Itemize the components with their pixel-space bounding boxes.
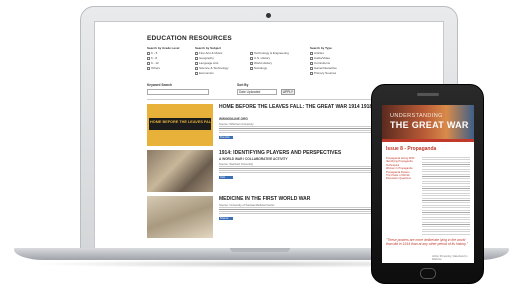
checkbox-icon[interactable]: [147, 66, 150, 70]
result-thumbnail[interactable]: [147, 196, 213, 238]
subject-option[interactable]: Sociology: [250, 66, 289, 71]
checkbox-icon[interactable]: [147, 51, 150, 55]
result-subtitle: WWIIIONLINE.ORG: [219, 117, 248, 121]
checkbox-icon[interactable]: [195, 66, 198, 70]
sort-select[interactable]: Date Uploaded: [237, 89, 277, 95]
type-option[interactable]: Primary Sources: [310, 71, 337, 76]
checkbox-icon[interactable]: [195, 61, 198, 65]
result-subtitle: A WORLD WAR I COLLABORATIVE ACTIVITY: [219, 157, 288, 161]
checkbox-icon[interactable]: [250, 56, 253, 60]
checkbox-icon[interactable]: [310, 66, 313, 70]
keyword-search-input[interactable]: [147, 89, 209, 95]
hero-line-2: THE GREAT WAR: [390, 120, 469, 130]
issue-title: Issue 8 - Propaganda: [386, 146, 437, 152]
subject-filter: Search by Subject Fine Arts & Music Geog…: [195, 46, 228, 76]
checkbox-icon[interactable]: [310, 61, 313, 65]
speaker-icon: [417, 93, 439, 96]
checkbox-icon[interactable]: [147, 56, 150, 60]
article-body: [422, 157, 470, 235]
result-item: MEDICINE IN THE FIRST WORLD WAR Source: …: [147, 196, 397, 242]
apply-button[interactable]: APPLY: [281, 89, 295, 95]
result-thumbnail[interactable]: HOME BEFORE THE LEAVES FALL: [147, 104, 213, 146]
hero-line-1: UNDERSTANDING: [390, 113, 443, 119]
quote-attribution: Arthur Ponsonby, Falsehood in Wartime: [432, 255, 468, 261]
device-mockup: EDUCATION RESOURCES Search by Grade Leve…: [0, 0, 513, 293]
checkbox-icon[interactable]: [250, 51, 253, 55]
checkbox-icon[interactable]: [250, 61, 253, 65]
result-description: [219, 207, 389, 216]
checkbox-icon[interactable]: [195, 56, 198, 60]
phone-screen: UNDERSTANDING THE GREAT WAR Issue 8 - Pr…: [382, 105, 474, 263]
checkbox-icon[interactable]: [310, 71, 313, 75]
subject-option[interactable]: Economics: [195, 71, 228, 76]
checkbox-icon[interactable]: [195, 71, 198, 75]
checkbox-icon[interactable]: [195, 51, 198, 55]
subject-filter-more: Technology & Engineering U.S. History Wo…: [250, 51, 289, 71]
accent-bar: [382, 139, 474, 142]
checkbox-icon[interactable]: [250, 66, 253, 70]
sort-label: Sort By: [237, 83, 249, 87]
type-filter: Search by Type Articles Audio/Video Curr…: [310, 46, 337, 76]
thumbnail-caption: HOME BEFORE THE LEAVES FALL: [150, 120, 214, 124]
divider: [147, 99, 397, 100]
result-item: HOME BEFORE THE LEAVES FALL HOME BEFORE …: [147, 104, 397, 150]
keyword-label: Keyword Search: [147, 83, 172, 87]
result-tag[interactable]: Civic Education: [219, 176, 233, 182]
grade-filter: Search by Grade Level K - 5 6 - 8 9 - 12…: [147, 46, 179, 71]
issue-nav: Propaganda during WWI Identifying Propag…: [386, 157, 418, 181]
camera-icon: [266, 13, 271, 18]
phone: UNDERSTANDING THE GREAT WAR Issue 8 - Pr…: [371, 84, 484, 284]
checkbox-icon[interactable]: [310, 51, 313, 55]
nav-link[interactable]: Discussion Questions: [386, 177, 418, 180]
result-tag[interactable]: Science: [219, 217, 233, 220]
result-thumbnail[interactable]: [147, 150, 213, 192]
grade-option[interactable]: Others: [147, 66, 179, 71]
checkbox-icon[interactable]: [310, 56, 313, 60]
hero-banner: UNDERSTANDING THE GREAT WAR: [382, 105, 474, 139]
pull-quote: "These posters are more deliberate lying…: [386, 238, 468, 247]
page-title: EDUCATION RESOURCES: [147, 35, 232, 42]
result-description: [219, 166, 389, 175]
home-button-icon[interactable]: [420, 268, 436, 279]
result-description: [219, 126, 389, 135]
checkbox-icon[interactable]: [147, 61, 150, 65]
laptop-notch: [230, 248, 290, 252]
result-item: 1914: IDENTIFYING PLAYERS AND PERSPECTIV…: [147, 150, 397, 196]
result-tag[interactable]: Fine Arts: [219, 136, 233, 139]
